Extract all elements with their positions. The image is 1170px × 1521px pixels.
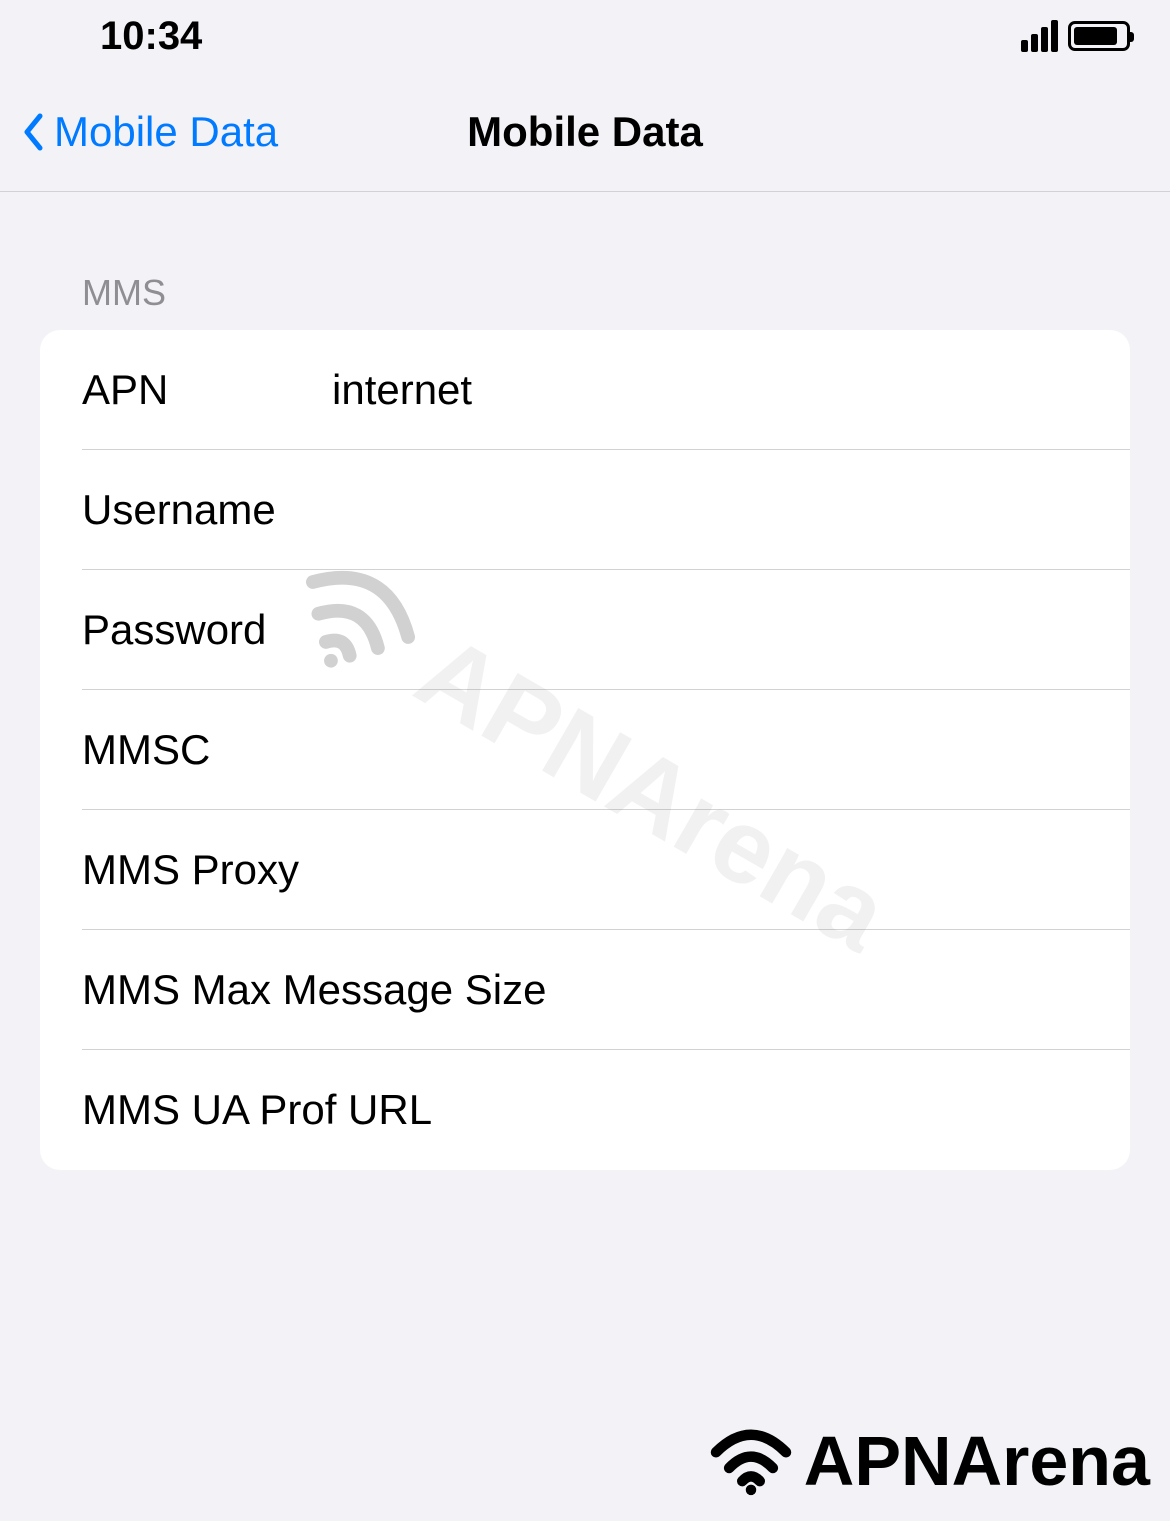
mms-max-size-row[interactable]: MMS Max Message Size bbox=[40, 930, 1130, 1050]
chevron-left-icon bbox=[22, 113, 44, 151]
password-input[interactable] bbox=[332, 606, 1130, 654]
status-indicators bbox=[1021, 20, 1130, 52]
mms-settings-group: APN Username Password MMSC MMS Proxy MMS… bbox=[40, 330, 1130, 1170]
apn-label: APN bbox=[82, 366, 332, 414]
section-header-mms: MMS bbox=[82, 272, 1130, 314]
apn-row[interactable]: APN bbox=[40, 330, 1130, 450]
status-time: 10:34 bbox=[100, 14, 202, 59]
mms-max-size-label: MMS Max Message Size bbox=[82, 966, 546, 1014]
username-input[interactable] bbox=[332, 486, 1130, 534]
mms-ua-prof-input[interactable] bbox=[432, 1086, 1130, 1134]
mms-proxy-label: MMS Proxy bbox=[82, 846, 332, 894]
wifi-icon bbox=[706, 1426, 796, 1496]
mms-max-size-input[interactable] bbox=[546, 966, 1130, 1014]
mmsc-label: MMSC bbox=[82, 726, 332, 774]
username-row[interactable]: Username bbox=[40, 450, 1130, 570]
page-title: Mobile Data bbox=[467, 108, 703, 156]
cellular-signal-icon bbox=[1021, 20, 1058, 52]
mmsc-row[interactable]: MMSC bbox=[40, 690, 1130, 810]
footer-logo: APNArena bbox=[706, 1421, 1150, 1501]
mms-proxy-input[interactable] bbox=[332, 846, 1130, 894]
navigation-bar: Mobile Data Mobile Data bbox=[0, 72, 1170, 192]
battery-icon bbox=[1068, 21, 1130, 51]
mms-proxy-row[interactable]: MMS Proxy bbox=[40, 810, 1130, 930]
password-row[interactable]: Password bbox=[40, 570, 1130, 690]
footer-text: APNArena bbox=[804, 1421, 1150, 1501]
back-label: Mobile Data bbox=[54, 108, 278, 156]
mms-ua-prof-row[interactable]: MMS UA Prof URL bbox=[40, 1050, 1130, 1170]
mms-ua-prof-label: MMS UA Prof URL bbox=[82, 1086, 432, 1134]
password-label: Password bbox=[82, 606, 332, 654]
mmsc-input[interactable] bbox=[332, 726, 1130, 774]
content-area: MMS APN Username Password MMSC MMS Proxy bbox=[0, 272, 1170, 1170]
back-button[interactable]: Mobile Data bbox=[22, 108, 278, 156]
apn-input[interactable] bbox=[332, 366, 1130, 414]
username-label: Username bbox=[82, 486, 332, 534]
status-bar: 10:34 bbox=[0, 0, 1170, 72]
